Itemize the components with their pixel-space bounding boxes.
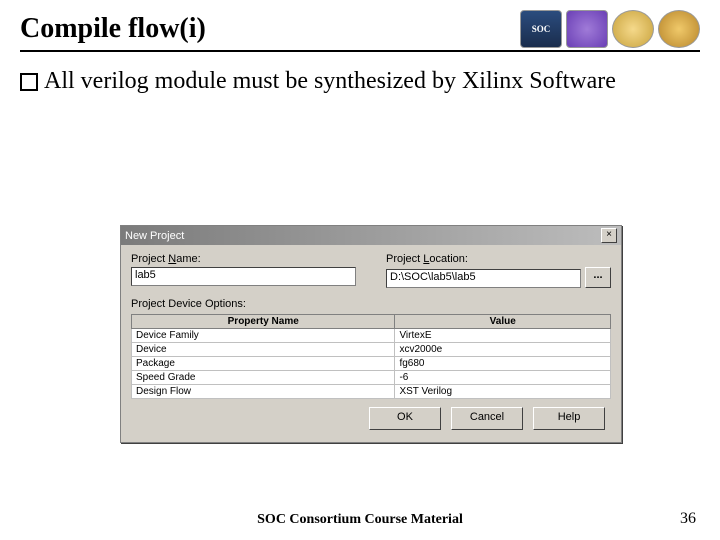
prop-value[interactable]: xcv2000e — [395, 343, 611, 357]
prop-name: Device Family — [132, 329, 395, 343]
university-seal-1-icon — [612, 10, 654, 48]
soc-logo-icon: SOC — [520, 10, 562, 48]
table-row: Device Family VirtexE — [132, 329, 611, 343]
device-options-table: Property Name Value Device Family Virtex… — [131, 314, 611, 399]
slide-title: Compile flow(i) — [20, 13, 206, 45]
browse-button[interactable]: ... — [585, 267, 611, 288]
prop-name: Speed Grade — [132, 371, 395, 385]
prop-name: Device — [132, 343, 395, 357]
table-row: Design Flow XST Verilog — [132, 385, 611, 399]
prop-name: Package — [132, 357, 395, 371]
project-name-label: Project Name: — [131, 253, 356, 265]
page-number: 36 — [680, 510, 696, 528]
prop-value[interactable]: -6 — [395, 371, 611, 385]
device-options-label: Project Device Options: — [131, 298, 611, 310]
help-button[interactable]: Help — [533, 407, 605, 430]
ok-button[interactable]: OK — [369, 407, 441, 430]
table-row: Package fg680 — [132, 357, 611, 371]
slide-footer: SOC Consortium Course Material — [0, 512, 720, 528]
table-row: Speed Grade -6 — [132, 371, 611, 385]
bullet-square-icon — [20, 73, 38, 91]
prop-value[interactable]: XST Verilog — [395, 385, 611, 399]
bullet-text: All verilog module must be synthesized b… — [44, 66, 700, 96]
project-location-label: Project Location: — [386, 253, 611, 265]
dialog-title: New Project — [125, 230, 184, 242]
col-value: Value — [395, 315, 611, 329]
prop-value[interactable]: VirtexE — [395, 329, 611, 343]
col-property-name: Property Name — [132, 315, 395, 329]
consortium-logo-icon — [566, 10, 608, 48]
prop-value[interactable]: fg680 — [395, 357, 611, 371]
project-name-input[interactable]: lab5 — [131, 267, 356, 286]
university-seal-2-icon — [658, 10, 700, 48]
project-location-input[interactable]: D:\SOC\lab5\lab5 — [386, 269, 581, 288]
dialog-titlebar: New Project × — [121, 226, 621, 245]
bullet-item: All verilog module must be synthesized b… — [20, 66, 700, 96]
logo-row: SOC — [520, 10, 700, 48]
cancel-button[interactable]: Cancel — [451, 407, 523, 430]
new-project-dialog: New Project × Project Name: lab5 Project… — [120, 225, 622, 443]
table-row: Device xcv2000e — [132, 343, 611, 357]
slide-header: Compile flow(i) SOC — [20, 10, 700, 52]
close-button[interactable]: × — [601, 228, 617, 243]
prop-name: Design Flow — [132, 385, 395, 399]
